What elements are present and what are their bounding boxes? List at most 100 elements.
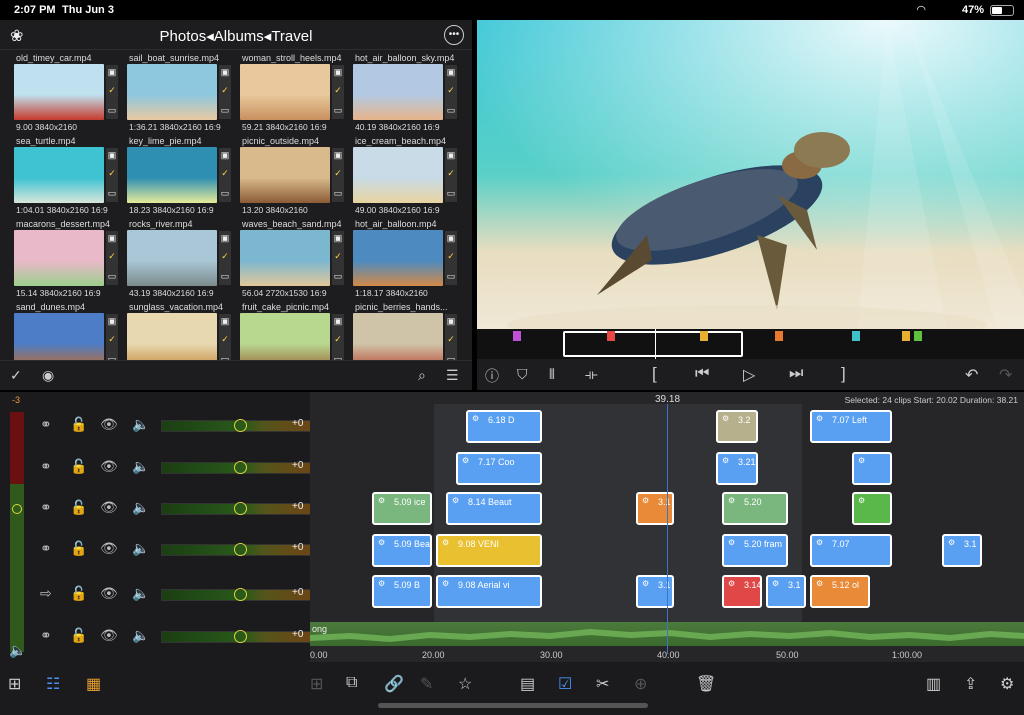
timeline-clip[interactable]: ⚙ 3.1 [942,534,982,567]
timeline-clip[interactable]: ⚙ 5.09 Bea [372,534,432,567]
volume-icon[interactable]: 🔈 [132,458,149,475]
timeline-clip[interactable]: ⚙ 3.2 [716,410,758,443]
transition-icon[interactable]: ⧉ [346,674,357,692]
lock-icon[interactable]: 🔓 [70,585,87,602]
timeline-clip[interactable]: ⚙ 7.07 Left [810,410,892,443]
volume-icon[interactable]: 🔈 [132,540,149,557]
timeline-clip[interactable]: ⚙ 6.18 D [466,410,542,443]
fader-knob[interactable] [234,461,247,474]
add-track-icon[interactable]: ⊞ [8,674,21,694]
layout-icon[interactable]: ▥ [926,674,941,694]
link-icon[interactable]: ⚭ [40,499,52,516]
timeline-clip[interactable]: ⚙ 7.17 Coo [456,452,542,485]
lock-icon[interactable]: 🔓 [70,458,87,475]
arrow-icon[interactable]: ⇨ [40,585,52,602]
marker-add-icon[interactable]: ⛉ [517,366,528,383]
timeline-clip[interactable]: ⚙ 7.07 [810,534,892,567]
clip-thumbnail[interactable]: sunglass_vacation.mp4 ▣ ✓ ▭ [125,300,235,360]
clipboard-icon[interactable]: ▤ [520,674,535,694]
link-icon[interactable]: ⚭ [40,540,52,557]
favorite-icon[interactable]: ☆ [458,674,472,694]
volume-icon[interactable]: 🔈 [132,585,149,602]
link-icon[interactable]: 🔗 [384,674,404,694]
marker-red[interactable] [607,331,615,341]
speaker-icon[interactable]: 🔈 [9,642,26,659]
split-icon[interactable]: ⟛ [585,366,598,383]
lane-view-icon[interactable]: ☷ [46,674,60,694]
clip-thumbnail[interactable]: picnic_outside.mp4 ▣ ✓ ▭ 13.20 3840x2160 [238,134,348,217]
timeline-minimap[interactable] [477,329,1024,359]
clip-thumbnail[interactable]: ice_cream_beach.mp4 ▣ ✓ ▭ 49.00 3840x2160 16… [351,134,461,217]
clip-thumbnail[interactable]: rocks_river.mp4 ▣ ✓ ▭ 43.19 3840x2160 16:9 [125,217,235,300]
record-icon[interactable]: ◉ [42,367,54,384]
info-icon[interactable]: ⓘ [485,366,499,386]
video-viewer[interactable] [477,20,1024,329]
timeline[interactable]: 39.18 Selected: 24 clips Start: 20.02 Du… [309,392,1024,662]
clip-thumbnail[interactable]: hot_air_balloon.mp4 ▣ ✓ ▭ 1:18.17 3840x2160 [351,217,461,300]
clip-thumbnail[interactable]: sea_turtle.mp4 ▣ ✓ ▭ 1:04.01 3840x2160 16:9 [12,134,122,217]
undo-icon[interactable]: ↶ [965,365,978,385]
pen-icon[interactable]: ✎ [420,674,433,694]
clip-thumbnail[interactable]: waves_beach_sand.mp4 ▣ ✓ ▭ 56.04 2720x1530 1… [238,217,348,300]
lane-volume-fader[interactable] [161,543,311,556]
lock-icon[interactable]: 🔓 [70,499,87,516]
playhead[interactable] [667,404,668,654]
lock-icon[interactable]: 🔓 [70,540,87,557]
volume-icon[interactable]: 🔈 [132,627,149,644]
timeline-clip[interactable]: ⚙ 3.21 [716,452,758,485]
lane-volume-fader[interactable] [161,461,311,474]
timeline-clip[interactable]: ⚙ 5.12 ol [810,575,870,608]
timeline-clip[interactable]: ⚙ 9.08 VENI [436,534,542,567]
timeline-clip[interactable]: ⚙ 3.1 [636,492,674,525]
link-icon[interactable]: ⚭ [40,458,52,475]
eye-icon[interactable]: 👁 [100,627,118,644]
lock-icon[interactable]: 🔓 [70,627,87,644]
timeline-clip[interactable]: ⚙ 3.14 [722,575,762,608]
clip-thumbnail[interactable]: old_timey_car.mp4 ▣ ✓ ▭ 9.00 3840x2160 [12,51,122,134]
breadcrumb[interactable]: Photos◂Albums◂Travel [0,27,472,45]
lane-volume-fader[interactable] [161,502,311,515]
clip-thumbnail[interactable]: picnic_berries_hands... ▣ ✓ ▭ [351,300,461,360]
audio-lanes-icon[interactable]: ▦ [86,674,101,694]
fader-knob[interactable] [234,543,247,556]
search-icon[interactable]: ⌕ [418,367,426,384]
timeline-clip[interactable]: ⚙ 3.1 [636,575,674,608]
in-point-icon[interactable]: [ [652,364,657,384]
timeline-clip[interactable]: ⚙ 5.20 [722,492,788,525]
clip-thumbnail[interactable]: woman_stroll_heels.mp4 ▣ ✓ ▭ 59.21 3840x2160… [238,51,348,134]
fader-knob[interactable] [234,630,247,643]
time-ruler[interactable]: 0.00 20.00 30.00 40.00 50.00 1:00.00 [310,648,1024,662]
eye-icon[interactable]: 👁 [100,458,118,475]
audio-add-icon[interactable]: ⫴ [549,366,555,383]
marker-teal[interactable] [852,331,860,341]
add-icon[interactable]: ⊕ [634,674,647,694]
out-point-icon[interactable]: ] [841,364,846,384]
skip-back-icon[interactable]: ⏮ [695,365,709,383]
settings-gear-icon[interactable]: ⚙ [1000,674,1014,694]
timeline-clip[interactable]: ⚙ 9.08 Aerial vi [436,575,542,608]
marker-purple[interactable] [513,331,521,341]
play-icon[interactable]: ▷ [743,365,755,385]
lane-volume-fader[interactable] [161,630,311,643]
skip-forward-icon[interactable]: ⏭ [789,365,803,383]
eye-icon[interactable]: 👁 [100,585,118,602]
select-mode-icon[interactable]: ☑ [558,674,572,694]
marker-yellow-2[interactable] [902,331,910,341]
scissors-icon[interactable]: ✂ [596,674,609,694]
redo-icon[interactable]: ↷ [999,365,1012,385]
clip-thumbnail[interactable]: sand_dunes.mp4 ▣ ✓ ▭ [12,300,122,360]
clip-thumbnail[interactable]: sail_boat_sunrise.mp4 ▣ ✓ ▭ 1:36.21 3840x216… [125,51,235,134]
timeline-clip[interactable]: ⚙ [852,492,892,525]
lock-icon[interactable]: 🔓 [70,416,87,433]
volume-icon[interactable]: 🔈 [132,416,149,433]
clip-thumbnail[interactable]: macarons_dessert.mp4 ▣ ✓ ▭ 15.14 3840x2160 1… [12,217,122,300]
fader-knob[interactable] [234,502,247,515]
fader-knob[interactable] [234,419,247,432]
marker-green[interactable] [914,331,922,341]
trash-icon[interactable]: 🗑 [696,674,716,694]
marker-orange[interactable] [775,331,783,341]
eye-icon[interactable]: 👁 [100,416,118,433]
eye-icon[interactable]: 👁 [100,499,118,516]
link-icon[interactable]: ⚭ [40,416,52,433]
volume-icon[interactable]: 🔈 [132,499,149,516]
